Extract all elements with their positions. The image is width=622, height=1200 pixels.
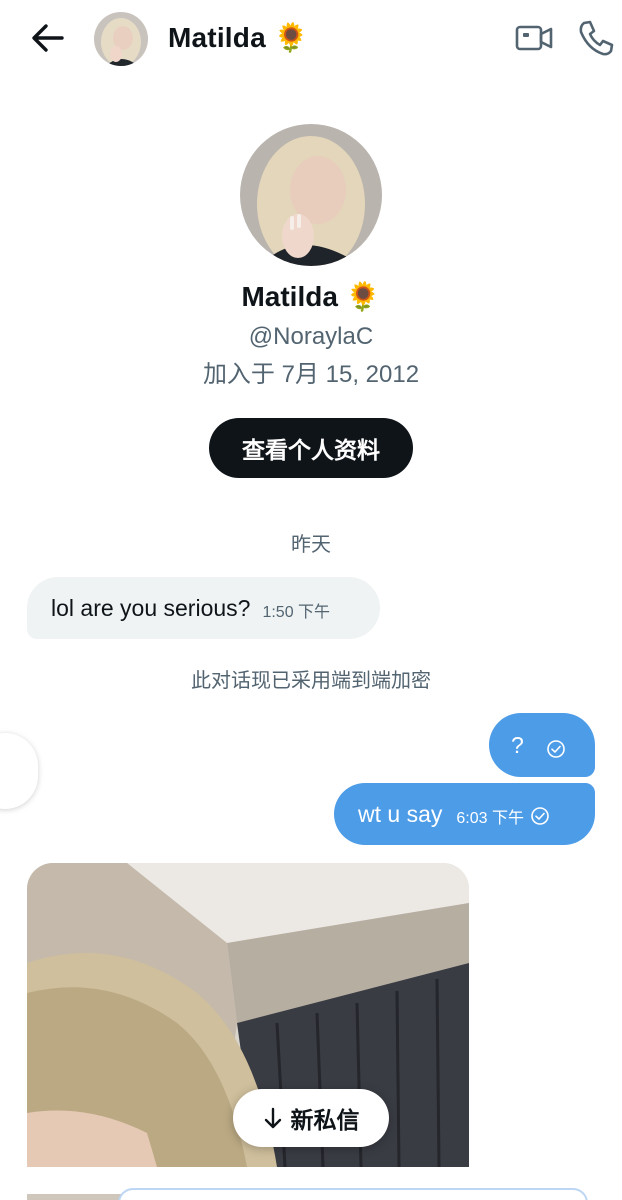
message-text: ? <box>511 731 524 758</box>
message-composer[interactable] <box>118 1188 588 1200</box>
message-text: lol are you serious? <box>51 594 251 621</box>
video-call-button[interactable] <box>514 20 554 56</box>
arrow-left-icon <box>32 24 64 52</box>
phone-icon <box>579 20 614 56</box>
floating-action-button[interactable] <box>0 733 38 809</box>
message-time: 1:50 下午 <box>262 604 331 621</box>
outgoing-message[interactable]: wt u say 6:03 下午 <box>334 783 595 845</box>
new-messages-button[interactable]: 新私信 <box>233 1089 389 1147</box>
voice-call-button[interactable] <box>576 18 616 58</box>
profile-joined-date: 加入于 7月 15, 2012 <box>202 361 420 388</box>
arrow-down-icon <box>264 1107 281 1129</box>
video-camera-icon <box>515 25 553 51</box>
sent-check-icon <box>546 740 565 758</box>
message-time: 6:03 下午 <box>456 810 524 827</box>
outgoing-message[interactable]: ? <box>489 713 595 777</box>
back-button[interactable] <box>28 20 68 56</box>
avatar[interactable] <box>94 12 148 66</box>
sent-check-icon <box>531 807 549 825</box>
incoming-message[interactable]: lol are you serious? 1:50 下午 <box>27 577 380 639</box>
new-messages-label: 新私信 <box>290 1107 360 1133</box>
date-separator: 昨天 <box>291 534 331 556</box>
view-profile-button[interactable]: 查看个人资料 <box>209 418 413 478</box>
profile-handle: @NoraylaC <box>248 323 374 350</box>
profile-avatar[interactable] <box>240 124 382 266</box>
profile-name: Matilda 🌻 <box>241 281 381 312</box>
chat-header: Matilda 🌻 <box>0 0 622 80</box>
encryption-notice: 此对话现已采用端到端加密 <box>191 670 431 692</box>
contact-name[interactable]: Matilda 🌻 <box>168 20 309 56</box>
message-text: wt u say <box>358 800 443 827</box>
